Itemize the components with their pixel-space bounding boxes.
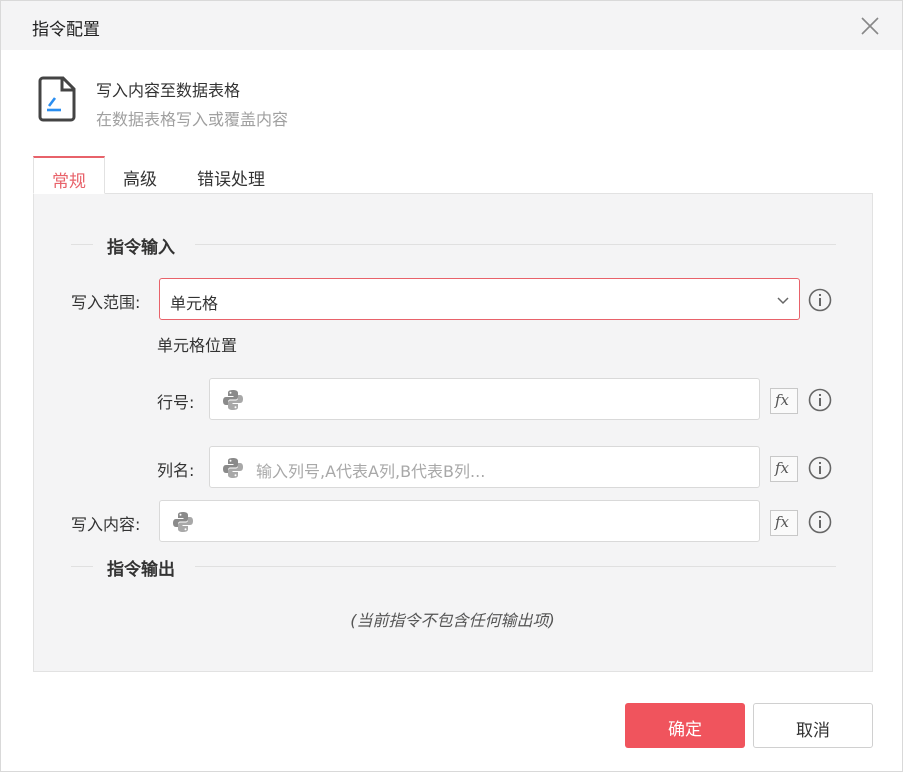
section-input-title: 指令输入 bbox=[107, 238, 175, 258]
section-output-title: 指令输出 bbox=[107, 560, 175, 580]
fx-button[interactable]: fx bbox=[770, 510, 798, 536]
range-select-value: 单元格 bbox=[170, 294, 219, 313]
info-icon[interactable] bbox=[808, 288, 832, 312]
divider bbox=[195, 244, 836, 245]
info-icon[interactable] bbox=[808, 456, 832, 480]
row-input[interactable] bbox=[209, 378, 760, 420]
tab-general[interactable]: 常规 bbox=[33, 156, 105, 194]
content-input[interactable] bbox=[159, 500, 760, 542]
document-write-icon bbox=[38, 76, 76, 122]
python-icon bbox=[223, 390, 243, 410]
divider bbox=[195, 566, 836, 567]
section-output-header: 指令输出 bbox=[71, 555, 836, 580]
range-select[interactable]: 单元格 bbox=[159, 278, 800, 320]
divider bbox=[71, 566, 93, 567]
confirm-button[interactable]: 确定 bbox=[625, 703, 745, 748]
info-icon[interactable] bbox=[808, 510, 832, 534]
fx-icon: fx bbox=[775, 459, 790, 477]
column-input-placeholder: 输入列号,A代表A列,B代表B列... bbox=[256, 462, 486, 481]
dialog-title: 指令配置 bbox=[32, 20, 100, 40]
fx-icon: fx bbox=[775, 391, 790, 409]
instruction-config-dialog: 指令配置 写入内容至数据表格 在数据表格写入或覆盖内容 常规 高级 错误处理 指… bbox=[0, 0, 903, 772]
dialog-titlebar: 指令配置 bbox=[1, 1, 902, 50]
chevron-down-icon bbox=[777, 297, 789, 305]
column-label: 列名: bbox=[157, 461, 195, 480]
close-icon[interactable] bbox=[858, 14, 882, 38]
command-name: 写入内容至数据表格 bbox=[96, 81, 241, 100]
divider bbox=[71, 244, 93, 245]
fx-button[interactable]: fx bbox=[770, 388, 798, 414]
column-input[interactable]: 输入列号,A代表A列,B代表B列... bbox=[209, 446, 760, 488]
row-label: 行号: bbox=[157, 393, 195, 412]
python-icon bbox=[173, 512, 193, 532]
cancel-button[interactable]: 取消 bbox=[753, 703, 873, 748]
tab-advanced[interactable]: 高级 bbox=[105, 156, 175, 194]
tab-content-panel bbox=[33, 193, 873, 672]
range-label: 写入范围: bbox=[71, 293, 141, 312]
output-empty-note: (当前指令不包含任何输出项) bbox=[350, 611, 555, 630]
info-icon[interactable] bbox=[808, 388, 832, 412]
section-input-header: 指令输入 bbox=[71, 233, 836, 258]
command-description: 在数据表格写入或覆盖内容 bbox=[96, 110, 289, 129]
content-label: 写入内容: bbox=[71, 515, 141, 534]
fx-button[interactable]: fx bbox=[770, 456, 798, 482]
python-icon bbox=[223, 458, 243, 478]
fx-icon: fx bbox=[775, 513, 790, 531]
tab-error-handling[interactable]: 错误处理 bbox=[183, 156, 279, 194]
cell-position-label: 单元格位置 bbox=[157, 336, 238, 355]
